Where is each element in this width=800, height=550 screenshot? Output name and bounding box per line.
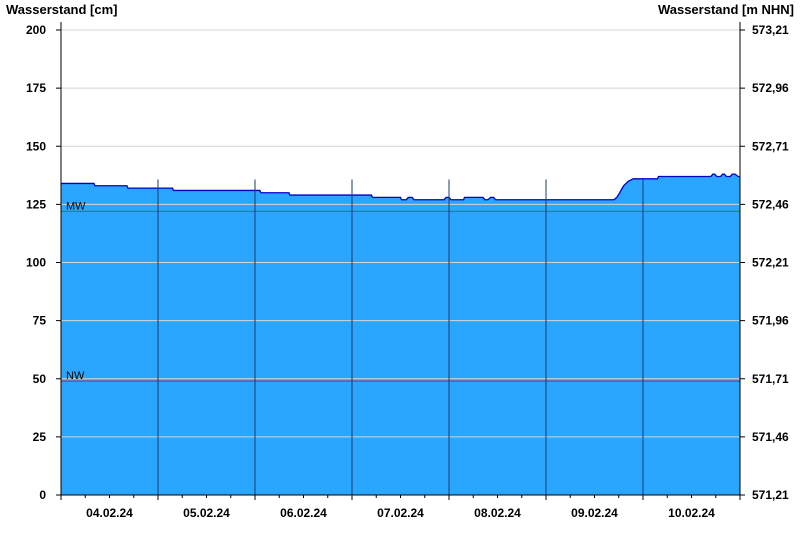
left-tick-label: 25 (33, 430, 47, 444)
x-tick-label: 07.02.24 (377, 506, 424, 520)
ref-label-nw: NW (66, 370, 85, 382)
right-tick-label: 571,21 (752, 488, 789, 502)
right-axis-title: Wasserstand [m NHN] (658, 2, 794, 17)
left-tick-label: 100 (26, 256, 46, 270)
left-tick-label: 0 (39, 488, 46, 502)
ref-label-mw: MW (66, 200, 86, 212)
x-tick-label: 04.02.24 (86, 506, 133, 520)
water-level-area (61, 174, 740, 495)
left-tick-label: 200 (26, 23, 46, 37)
right-tick-label: 572,46 (752, 197, 789, 211)
right-tick-label: 572,21 (752, 256, 789, 270)
left-tick-label: 75 (33, 314, 47, 328)
right-tick-label: 571,46 (752, 430, 789, 444)
x-tick-label: 09.02.24 (571, 506, 618, 520)
x-tick-label: 10.02.24 (668, 506, 715, 520)
right-tick-label: 573,21 (752, 23, 789, 37)
right-tick-label: 571,71 (752, 372, 789, 386)
left-axis-title: Wasserstand [cm] (6, 2, 118, 17)
right-tick-label: 572,71 (752, 139, 789, 153)
right-tick-label: 572,96 (752, 81, 789, 95)
left-tick-label: 150 (26, 139, 46, 153)
x-tick-label: 05.02.24 (183, 506, 230, 520)
left-tick-label: 50 (33, 372, 47, 386)
left-tick-label: 125 (26, 197, 46, 211)
water-level-chart: MW NW 0 571,21 25 571,46 50 571,71 75 571,96 100 5… (6, 2, 794, 520)
plot-area (61, 173, 740, 495)
right-tick-label: 571,96 (752, 314, 789, 328)
left-tick-label: 175 (26, 81, 46, 95)
x-tick-label: 06.02.24 (280, 506, 327, 520)
x-tick-label: 08.02.24 (474, 506, 521, 520)
